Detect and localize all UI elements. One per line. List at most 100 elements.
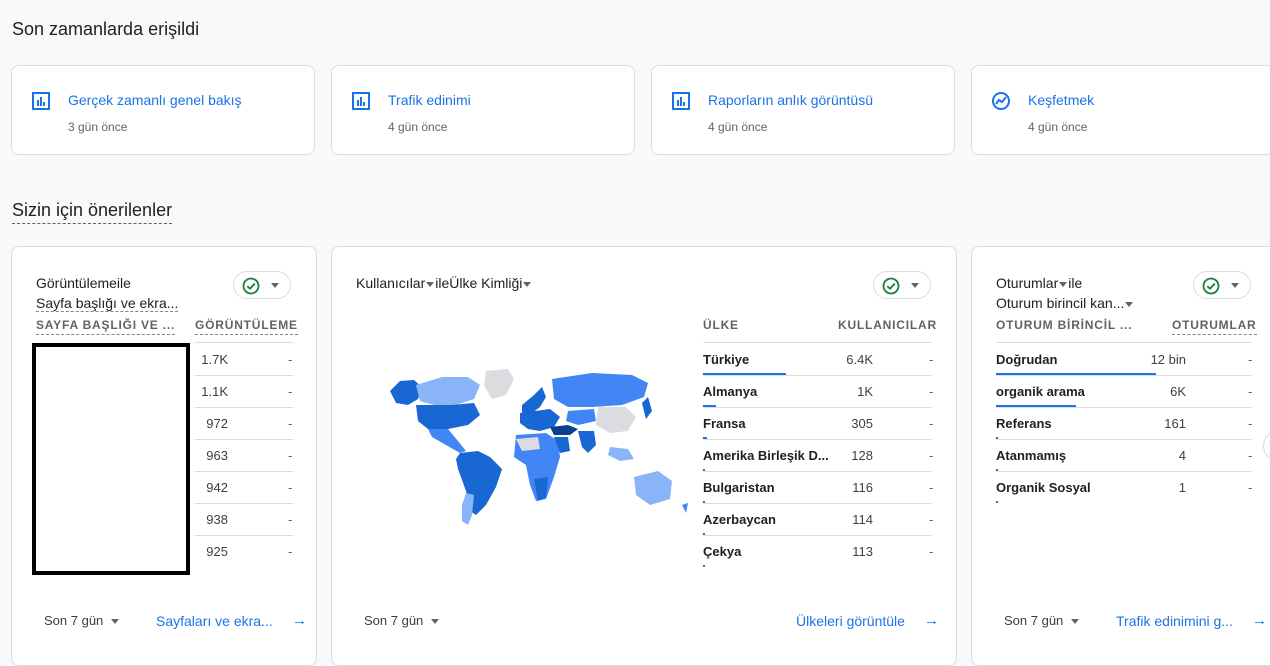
table-row[interactable]: 972 -	[195, 407, 293, 440]
bar-chart-icon	[32, 92, 50, 110]
chevron-down-icon	[431, 619, 440, 625]
map-region-new-zealand[interactable]	[682, 503, 688, 513]
map-region-russia[interactable]	[552, 373, 648, 407]
card-title-metric: Kullanıcılar	[356, 275, 426, 291]
card-title[interactable]: Oturumlar ile Oturum birincil kan...	[996, 273, 1134, 313]
column-header-channel[interactable]: OTURUM BİRİNCİL ...	[996, 318, 1132, 334]
map-region-argentina[interactable]	[462, 493, 474, 525]
row-value: 114	[852, 512, 873, 527]
row-value: 1.1K	[201, 384, 228, 399]
suggested-title: Sizin için önerilenler	[12, 200, 173, 224]
view-report-link[interactable]: Sayfaları ve ekra...	[156, 613, 273, 629]
view-countries-link[interactable]: Ülkeleri görüntüle	[796, 613, 905, 629]
map-region-japan[interactable]	[642, 397, 652, 419]
view-traffic-link[interactable]: Trafik edinimini g...	[1116, 613, 1233, 629]
table-row[interactable]: Organik Sosyal 1 -	[996, 471, 1252, 503]
recent-card-name: Gerçek zamanlı genel bakış	[68, 92, 242, 108]
table-row[interactable]: Almanya 1K -	[703, 375, 934, 408]
map-region-southeast-asia[interactable]	[608, 447, 634, 461]
row-change: -	[929, 416, 934, 431]
table-row[interactable]: 942 -	[195, 471, 293, 504]
row-label: Almanya	[703, 384, 758, 399]
column-header-country[interactable]: ÜLKE	[703, 318, 739, 334]
row-value: 942	[206, 480, 228, 495]
table-row[interactable]: 1.1K -	[195, 375, 293, 408]
column-header-sessions[interactable]: OTURUMLAR	[1172, 318, 1257, 335]
insight-toggle[interactable]	[233, 271, 291, 299]
chevron-down-icon	[111, 619, 120, 625]
card-title[interactable]: Görüntülemeile Sayfa başlığı ve ekra...	[36, 273, 179, 313]
table-row[interactable]: 963 -	[195, 439, 293, 472]
map-region-australia[interactable]	[634, 471, 672, 505]
table-row[interactable]: Azerbaycan 114 -	[703, 503, 934, 536]
row-change: -	[929, 448, 934, 463]
insight-toggle[interactable]	[873, 271, 931, 299]
table-row[interactable]: organik arama 6K -	[996, 375, 1252, 408]
recent-card-name: Keşfetmek	[1028, 92, 1095, 108]
row-label: Fransa	[703, 416, 746, 431]
chevron-down-icon	[1071, 619, 1080, 625]
table-row[interactable]: Referans 161 -	[996, 407, 1253, 440]
recent-card-traffic[interactable]: Trafik edinimi 4 gün önce	[331, 65, 635, 155]
recent-card-time: 4 gün önce	[388, 120, 448, 134]
period-selector[interactable]: Son 7 gün	[364, 613, 440, 628]
row-change: -	[1248, 416, 1253, 431]
map-region-greenland[interactable]	[484, 369, 514, 399]
row-change: -	[929, 512, 934, 527]
recent-card-snapshot[interactable]: Raporların anlık görüntüsü 4 gün önce	[651, 65, 955, 155]
table-row[interactable]: 925 -	[195, 535, 293, 567]
map-region-mexico[interactable]	[428, 429, 466, 453]
row-value: 1K	[857, 384, 873, 399]
table-row[interactable]: Doğrudan 12 bin -	[996, 343, 1252, 376]
period-selector[interactable]: Son 7 gün	[1004, 613, 1080, 628]
row-value: 12 bin	[1150, 352, 1186, 367]
chevron-down-icon	[1231, 283, 1239, 288]
caret-down-icon	[523, 281, 532, 287]
table-row[interactable]: Fransa 305 -	[703, 407, 934, 440]
chevron-down-icon	[271, 283, 279, 288]
world-map[interactable]	[382, 365, 694, 535]
map-region-china[interactable]	[596, 407, 636, 433]
check-circle-icon	[1202, 277, 1220, 295]
caret-down-icon	[426, 281, 435, 287]
table-row[interactable]: 1.7K -	[195, 343, 293, 376]
caret-down-icon	[1059, 281, 1068, 287]
card-title[interactable]: Kullanıcılar ileÜlke Kimliği	[356, 273, 532, 293]
map-region-central-asia[interactable]	[566, 409, 596, 425]
map-region-scandinavia[interactable]	[522, 387, 546, 413]
arrow-right-icon[interactable]: →	[1252, 612, 1267, 629]
arrow-right-icon[interactable]: →	[924, 612, 939, 629]
column-header-metric[interactable]: GÖRÜNTÜLEME	[195, 318, 298, 335]
row-change: -	[288, 512, 293, 527]
table-row[interactable]: Bulgaristan 116 -	[703, 471, 933, 504]
row-change: -	[929, 384, 934, 399]
card-title-mid: ile	[435, 275, 450, 291]
column-header-dimension[interactable]: SAYFA BAŞLIĞI VE ...	[36, 318, 176, 335]
period-selector[interactable]: Son 7 gün	[44, 613, 120, 628]
column-header-users[interactable]: KULLANICILAR	[838, 318, 937, 334]
table-row[interactable]: Çekya 113 -	[703, 535, 933, 567]
card-title-dimension: Ülke Kimliği	[449, 275, 523, 291]
recent-card-realtime[interactable]: Gerçek zamanlı genel bakış 3 gün önce	[11, 65, 315, 155]
period-label: Son 7 gün	[364, 613, 424, 628]
table-row[interactable]: Amerika Birleşik D... 128-	[703, 439, 934, 472]
table-row[interactable]: 938 -	[195, 503, 293, 536]
row-value: 972	[206, 416, 228, 431]
share-bar	[996, 501, 998, 503]
table-row[interactable]: Türkiye 6.4K -	[703, 343, 933, 376]
recent-card-explore[interactable]: Keşfetmek 4 gün önce	[971, 65, 1270, 155]
recently-accessed-title: Son zamanlarda erişildi	[12, 19, 200, 39]
map-region-usa[interactable]	[416, 403, 480, 429]
table-row[interactable]: Atanmamış 4 -	[996, 439, 1252, 472]
map-region-india[interactable]	[578, 431, 596, 453]
row-value: 938	[206, 512, 228, 527]
row-value: 4	[1178, 448, 1186, 463]
map-region-canada[interactable]	[416, 377, 480, 405]
card-title-mid: ile	[1068, 275, 1083, 291]
row-label: organik arama	[996, 384, 1085, 399]
map-region-alaska[interactable]	[390, 380, 422, 405]
period-label: Son 7 gün	[1004, 613, 1064, 628]
row-label: Azerbaycan	[703, 512, 776, 527]
insight-toggle[interactable]	[1193, 271, 1251, 299]
arrow-right-icon[interactable]: →	[292, 612, 307, 629]
